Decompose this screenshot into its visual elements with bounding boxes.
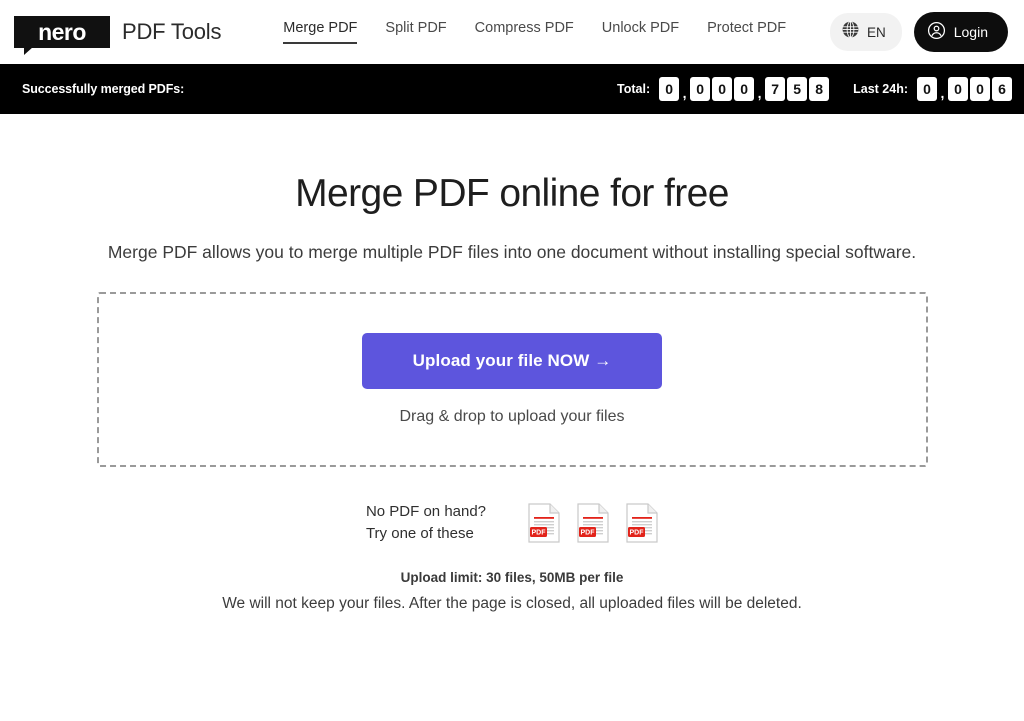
brand[interactable]: nero PDF Tools [14,16,222,55]
sample-pdf-file-icon-2[interactable]: PDF [577,503,609,543]
nav-item-merge-pdf[interactable]: Merge PDF [283,20,358,44]
counter-total-digits: 0,000,758 [659,77,830,101]
nero-logo-text: nero [38,18,86,45]
main-content: Merge PDF online for free Merge PDF allo… [0,114,1024,613]
page-title: Merge PDF online for free [295,172,729,215]
language-switcher[interactable]: EN [829,13,902,51]
counter-last-24h-label: Last 24h: [853,82,908,96]
counter-digit: 0 [970,77,990,101]
sample-files-prompt-line2: Try one of these [365,524,474,542]
counter-separator: , [682,84,687,101]
sample-pdf-file-icon-1[interactable]: PDF [528,503,560,543]
sample-files-prompt: No PDF on hand? Try one of these [366,501,486,545]
sample-pdf-file-icon-3[interactable]: PDF [626,503,658,543]
counter-digit: 0 [690,77,711,101]
counter-digit: 7 [765,77,786,101]
counter-digit: 0 [659,77,680,101]
counter-digit: 0 [917,77,937,101]
counter-separator: , [757,84,762,101]
nav-item-compress-pdf[interactable]: Compress PDF [475,20,574,44]
counter-digit: 5 [787,77,808,101]
header-actions: EN Login [829,12,1008,52]
counter-digit: 8 [809,77,830,101]
counter-groups: Total: 0,000,758 Last 24h: 0,006 [617,77,1012,101]
sample-files-section: No PDF on hand? Try one of these PDF PDF… [366,501,658,545]
counter-digit: 0 [734,77,755,101]
site-header: nero PDF Tools Merge PDF Split PDF Compr… [0,0,1024,64]
login-label: Login [953,24,988,40]
brand-title: PDF Tools [122,19,222,44]
nav-item-unlock-pdf[interactable]: Unlock PDF [602,20,679,44]
counter-digit: 0 [948,77,968,101]
counter-last-24h: Last 24h: 0,006 [853,77,1012,101]
language-label: EN [866,24,886,40]
nav-item-protect-pdf[interactable]: Protect PDF [707,20,786,44]
svg-text:PDF: PDF [532,529,547,536]
counter-digit: 0 [712,77,733,101]
nero-logo-icon[interactable]: nero [14,16,110,55]
sample-file-icons: PDF PDF PDF [528,503,658,543]
counter-total: Total: 0,000,758 [617,77,830,101]
counter-bar-title: Successfully merged PDFs: [22,82,185,96]
user-circle-icon [927,21,946,43]
counter-last-24h-digits: 0,006 [917,77,1012,101]
upload-file-button[interactable]: Upload your file NOW → [362,332,662,389]
privacy-note: We will not keep your files. After the p… [222,595,802,613]
svg-text:PDF: PDF [630,529,645,536]
counter-total-label: Total: [617,82,651,96]
login-button[interactable]: Login [913,12,1008,52]
merge-counter-bar: Successfully merged PDFs: Total: 0,000,7… [0,64,1024,114]
main-nav: Merge PDF Split PDF Compress PDF Unlock … [283,20,786,44]
sample-files-prompt-line1: No PDF on hand? [365,502,487,520]
globe-icon [841,20,860,44]
upload-limit-note: Upload limit: 30 files, 50MB per file [400,570,624,586]
file-dropzone[interactable]: Upload your file NOW → Drag & drop to up… [96,291,928,467]
counter-digit: 6 [992,77,1012,101]
drag-drop-hint: Drag & drop to upload your files [399,407,625,425]
nav-item-split-pdf[interactable]: Split PDF [385,20,446,44]
counter-separator: , [940,84,945,101]
svg-text:PDF: PDF [581,529,596,536]
page-subtitle: Merge PDF allows you to merge multiple P… [107,241,917,262]
